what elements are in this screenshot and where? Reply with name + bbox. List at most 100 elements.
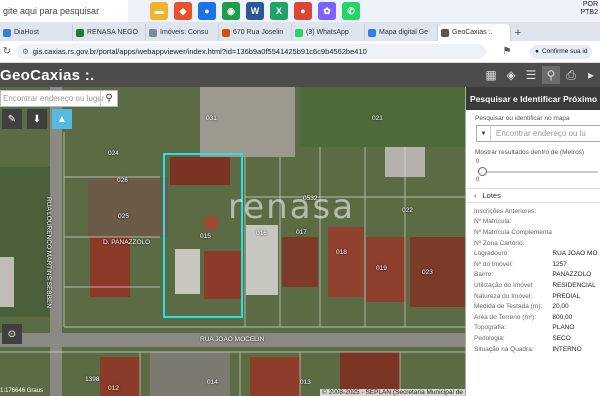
more-icon[interactable]: ▸ <box>582 66 600 84</box>
account-icon: ● <box>535 48 539 55</box>
map-search-input[interactable]: Encontrar endereço ou lugar ⚲ <box>0 90 118 107</box>
attribute-row: Nº Matrícula Complementar: <box>466 227 600 238</box>
browser-tab[interactable]: (3) WhatsApp <box>292 24 365 41</box>
chevron-left-icon[interactable]: ‹ <box>474 191 477 200</box>
map-label: D. PANAZZOLO <box>103 239 151 246</box>
chrome-icon[interactable]: ● <box>198 2 216 20</box>
panel-search-input[interactable]: ▼ Encontrar endereço ou lu <box>476 125 600 142</box>
basemap-toggle-icon[interactable]: ▲ <box>52 109 72 129</box>
zoom-home-icon[interactable]: ⊙ <box>2 324 22 344</box>
url-field[interactable]: ⚙ gis.caxias.rs.gov.br/portal/apps/webap… <box>16 44 486 59</box>
browser-tab[interactable]: 670 Rua Joselin <box>219 24 292 41</box>
browser-tab[interactable]: Mapa digital Ge <box>365 24 438 41</box>
map-label: 015 <box>200 233 211 240</box>
whatsapp-app-icon[interactable]: ◉ <box>222 2 240 20</box>
edit-icon[interactable]: ✎ <box>2 109 22 129</box>
attribute-key: Natureza do Imóvel: <box>474 292 533 300</box>
map-label: 021 <box>372 115 383 122</box>
app-title: GeoCaxias :. <box>0 66 95 84</box>
confirm-identity-button[interactable]: ● Confirme sua id <box>530 44 593 59</box>
map-label: 019 <box>376 265 387 272</box>
browser-tab[interactable]: Imóveis: Consu <box>146 24 219 41</box>
attribute-row: Utilização do Imóvel: RESIDENCIAL <box>466 280 600 291</box>
attribute-value: PREDIAL <box>552 292 581 300</box>
lang-indicator: POR <box>582 1 598 8</box>
tab-label: GeoCaxias :. <box>452 29 493 36</box>
browser-tabbar: DiaHost RENASA NEGO Imóveis: Consu 670 Rua … <box>0 22 600 41</box>
tab-label: 670 Rua Joselin <box>233 29 284 36</box>
tab-favicon-icon <box>76 28 84 37</box>
print-icon[interactable]: ⎙ <box>562 66 580 84</box>
tab-label: Mapa digital Ge <box>379 29 429 36</box>
attribute-key: Pedologia: <box>474 334 505 342</box>
identify-icon[interactable]: ⚲ <box>542 66 560 84</box>
attribute-value: 1257 <box>552 260 567 268</box>
app-icon[interactable]: ✿ <box>318 2 336 20</box>
extensions-icon[interactable]: ⚑ <box>500 46 514 57</box>
map-label: 016 <box>256 230 267 237</box>
map-label: 013 <box>300 379 311 386</box>
map-view[interactable]: 031 024 026 0532 025 D. PANAZZOLO 015 016 017 018… <box>0 87 465 396</box>
map-label: 023 <box>422 269 433 276</box>
excel-icon[interactable]: X <box>270 2 288 20</box>
attribute-row: Topografia: PLANO <box>466 323 600 334</box>
attribute-key: Situação na Quadra: <box>474 345 534 353</box>
attribute-row: Nº do Imóvel: 1257 <box>466 259 600 270</box>
basemap-gallery-icon[interactable]: ▦ <box>482 66 500 84</box>
aerial-imagery <box>0 87 465 396</box>
file-explorer-icon[interactable]: ▬ <box>150 2 168 20</box>
word-icon[interactable]: W <box>246 2 264 20</box>
chrome-profile-icon[interactable]: ● <box>294 2 312 20</box>
attribute-key: Nº do Imóvel: <box>474 260 513 268</box>
attribute-key: Topografia: <box>474 324 507 332</box>
attribute-row: Natureza do Imóvel: PREDIAL <box>466 291 600 302</box>
legend-list-icon[interactable]: ☰ <box>522 66 540 84</box>
tab-favicon-icon <box>3 28 11 37</box>
store-icon[interactable]: ◆ <box>174 2 192 20</box>
browser-tab[interactable]: GeoCaxias :. <box>438 24 511 41</box>
attribute-row: Pedologia: SECO <box>466 333 600 344</box>
watermark: renasa <box>228 187 356 227</box>
attribute-row: Situação na Quadra: INTERNO <box>466 344 600 355</box>
attribute-key: Área do Terreno (m²): <box>474 313 537 321</box>
app-header: GeoCaxias :. ▦ ◈ ☰ ⚲ ⎙ ▸ <box>0 63 600 87</box>
tab-favicon-icon <box>441 28 449 37</box>
attribute-row: Área do Terreno (m²): 800,00 <box>466 312 600 323</box>
reload-icon[interactable]: ↻ <box>0 46 14 57</box>
attribute-key: Nº Zona Cartório: <box>474 239 525 247</box>
copyright-text: © 2008-2025 - SEPLAN (Secretaria Municip… <box>319 389 465 396</box>
tab-favicon-icon <box>295 28 303 37</box>
attribute-list: Inscrições Anteriores: Nº Matrícula: Nº Ma… <box>466 206 600 354</box>
panel-title: Pesquisar e Identificar Próximo <box>466 87 600 110</box>
system-tray[interactable]: POR PTB2 <box>580 1 598 17</box>
map-label: 025 <box>118 213 129 220</box>
tab-label: RENASA NEGO <box>87 29 138 36</box>
identify-panel: Pesquisar e Identificar Próximo Pesquisa… <box>465 87 600 396</box>
chevron-down-icon[interactable]: ▼ <box>477 126 491 141</box>
attribute-value: RESIDENCIAL <box>552 281 596 289</box>
attribute-value: PANAZZOLO <box>552 271 592 279</box>
attribute-row: Logradouro: RUA JOAO MO <box>466 248 600 259</box>
locate-icon[interactable]: ⬇ <box>27 109 47 129</box>
search-icon[interactable]: ⚲ <box>100 91 117 106</box>
address-bar: ↻ ⚙ gis.caxias.rs.gov.br/portal/apps/web… <box>0 41 600 63</box>
layers-icon[interactable]: ◈ <box>502 66 520 84</box>
browser-tab[interactable]: DiaHost <box>0 24 73 41</box>
tab-label: DiaHost <box>14 29 39 36</box>
browser-tab[interactable]: RENASA NEGO <box>73 24 146 41</box>
site-info-icon[interactable]: ⚙ <box>22 47 29 56</box>
slider-min-label: 0 <box>476 159 480 165</box>
attribute-key: Utilização do Imóvel: <box>474 281 534 289</box>
results-header[interactable]: ‹ Lotes <box>466 188 600 203</box>
tab-favicon-icon <box>222 28 230 37</box>
tab-label: (3) WhatsApp <box>306 29 349 36</box>
distance-label: Mostrar resultados dentro de (Metros) <box>475 149 585 156</box>
attribute-key: Nº Matrícula: <box>474 218 512 226</box>
new-tab-button[interactable]: + <box>511 24 525 41</box>
whatsapp-icon[interactable]: ✆ <box>342 2 360 20</box>
taskbar-search[interactable]: gite aqui para pesquisar <box>0 0 128 22</box>
slider-handle[interactable] <box>478 167 487 176</box>
attribute-value: RUA JOAO MO <box>552 250 598 258</box>
attribute-value: INTERNO <box>552 345 582 353</box>
distance-slider[interactable] <box>478 167 598 177</box>
